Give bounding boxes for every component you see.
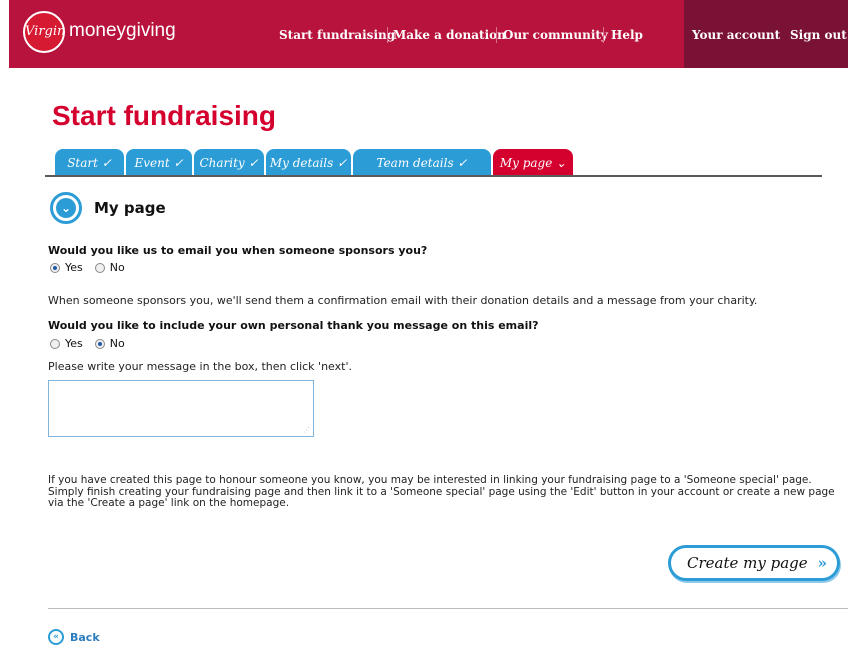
nav-sign-out[interactable]: Sign out — [790, 28, 847, 42]
tab-underline — [45, 175, 822, 177]
message-instruction: Please write your message in the box, th… — [48, 360, 352, 373]
nav-our-community[interactable]: Our community — [503, 28, 608, 42]
thankyou-yes-label[interactable]: Yes — [65, 337, 83, 350]
create-my-page-button[interactable]: Create my page » — [668, 545, 840, 581]
email-radio-group: Yes No — [50, 261, 125, 274]
double-chevron-left-icon: « — [48, 629, 64, 645]
thankyou-no-radio[interactable] — [94, 338, 105, 349]
email-no-radio[interactable] — [94, 262, 105, 273]
email-yes-label[interactable]: Yes — [65, 261, 83, 274]
tab-my-details[interactable]: My details ✓ — [266, 149, 351, 175]
thankyou-no-label[interactable]: No — [110, 337, 125, 350]
page-title: Start fundraising — [52, 100, 277, 131]
double-chevron-right-icon: » — [817, 554, 827, 572]
tab-event[interactable]: Event ✓ — [126, 149, 192, 175]
nav-separator — [387, 27, 388, 43]
account-area: Your account Sign out — [684, 0, 848, 68]
back-label: Back — [70, 630, 100, 644]
tab-team-details[interactable]: Team details ✓ — [353, 149, 491, 175]
confirmation-text: When someone sponsors you, we'll send th… — [48, 294, 758, 307]
top-navigation-bar: Virgin moneygiving Start fundraising Mak… — [9, 0, 848, 68]
email-question-label: Would you like us to email you when some… — [48, 244, 428, 257]
brand-name[interactable]: moneygiving — [69, 20, 176, 42]
nav-start-fundraising[interactable]: Start fundraising — [279, 28, 395, 42]
thankyou-yes-radio[interactable] — [50, 338, 60, 349]
tab-my-page[interactable]: My page ⌄ — [493, 149, 573, 175]
nav-your-account[interactable]: Your account — [692, 28, 780, 42]
section-expand-icon: ⌄ — [50, 192, 82, 224]
someone-special-info: If you have created this page to honour … — [48, 474, 835, 509]
thankyou-question-label: Would you like to include your own perso… — [48, 319, 539, 332]
message-textarea[interactable]: ⋰ — [48, 380, 314, 437]
footer-divider — [48, 608, 848, 609]
virgin-logo[interactable]: Virgin — [23, 11, 65, 53]
nav-separator — [603, 27, 604, 43]
section-title: My page — [94, 199, 166, 217]
tab-start[interactable]: Start ✓ — [55, 149, 124, 175]
tab-charity[interactable]: Charity ✓ — [194, 149, 264, 175]
back-link[interactable]: « Back — [48, 629, 100, 645]
email-no-label[interactable]: No — [110, 261, 125, 274]
thankyou-radio-group: Yes No — [50, 337, 125, 350]
nav-help[interactable]: Help — [611, 28, 643, 42]
nav-make-donation[interactable]: Make a donation — [393, 28, 506, 42]
nav-separator — [496, 27, 497, 43]
email-yes-radio[interactable] — [50, 262, 60, 273]
resize-grip-icon[interactable]: ⋰ — [303, 426, 310, 434]
create-my-page-label: Create my page — [687, 554, 808, 572]
